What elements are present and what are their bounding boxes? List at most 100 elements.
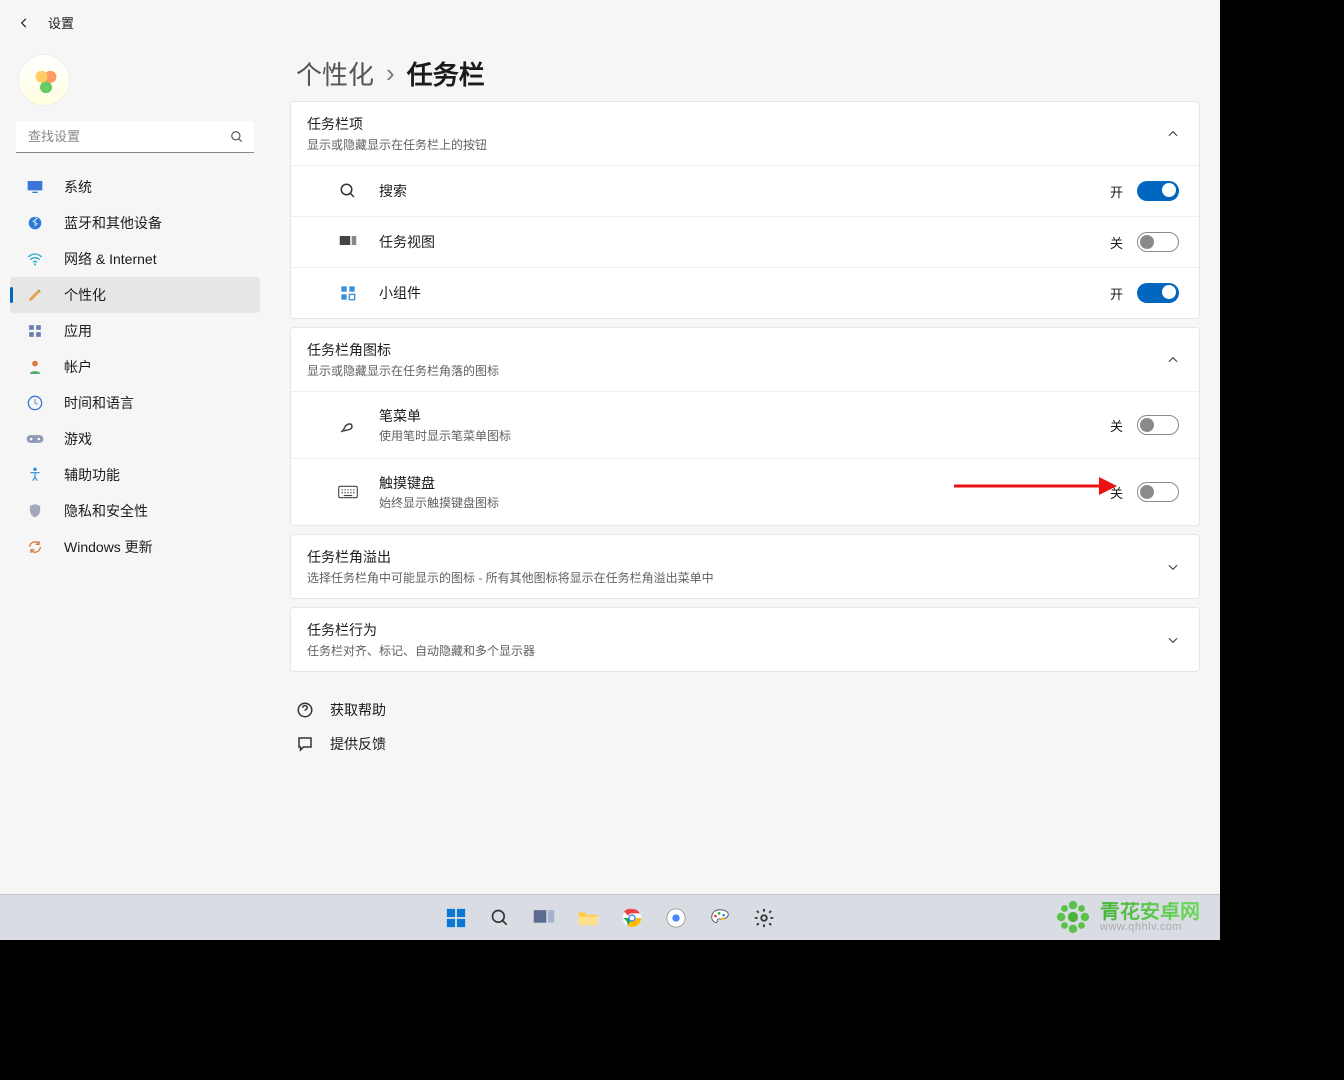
accessibility-icon: [26, 466, 44, 484]
row-label: 触摸键盘: [379, 473, 499, 493]
clock-icon: [26, 394, 44, 412]
feedback-link[interactable]: 提供反馈: [296, 734, 1200, 754]
sidebar-item-time[interactable]: 时间和语言: [10, 385, 260, 421]
sidebar-item-bluetooth[interactable]: 蓝牙和其他设备: [10, 205, 260, 241]
card-subtitle: 显示或隐藏显示在任务栏角落的图标: [307, 362, 499, 379]
card-header-corner-icons[interactable]: 任务栏角图标 显示或隐藏显示在任务栏角落的图标: [291, 328, 1199, 391]
sidebar-item-network[interactable]: 网络 & Internet: [10, 241, 260, 277]
card-header-behavior[interactable]: 任务栏行为 任务栏对齐、标记、自动隐藏和多个显示器: [291, 608, 1199, 671]
taskbar-chrome2-button[interactable]: [657, 899, 695, 937]
taskbar: [0, 894, 1220, 940]
breadcrumb-current: 任务栏: [407, 55, 485, 92]
sidebar-item-update[interactable]: Windows 更新: [10, 529, 260, 565]
card-taskbar-items: 任务栏项 显示或隐藏显示在任务栏上的按钮 搜索 开: [290, 101, 1200, 319]
toggle-state: 关: [1110, 233, 1123, 252]
main-content: 个性化 › 任务栏 任务栏项 显示或隐藏显示在任务栏上的按钮 搜索: [270, 45, 1220, 940]
chevron-down-icon: [1165, 632, 1181, 648]
breadcrumb-parent[interactable]: 个性化: [296, 55, 374, 92]
annotation-arrow: [949, 471, 1119, 501]
taskbar-taskview-button[interactable]: [525, 899, 563, 937]
sidebar: 系统 蓝牙和其他设备 网络 & Internet 个性化 应用: [0, 45, 270, 940]
sidebar-item-label: 系统: [64, 177, 92, 197]
sidebar-item-label: 游戏: [64, 429, 92, 449]
row-label: 任务视图: [379, 232, 435, 252]
pen-icon: [337, 414, 359, 436]
sidebar-item-label: 时间和语言: [64, 393, 134, 413]
row-pen: 笔菜单 使用笔时显示笔菜单图标 关: [291, 391, 1199, 458]
profile-row[interactable]: [6, 45, 264, 115]
toggle-state: 开: [1110, 182, 1123, 201]
card-behavior: 任务栏行为 任务栏对齐、标记、自动隐藏和多个显示器: [290, 607, 1200, 672]
toggle-widgets[interactable]: [1137, 283, 1179, 303]
sidebar-item-label: 蓝牙和其他设备: [64, 213, 162, 233]
app-title: 设置: [48, 13, 74, 32]
sidebar-item-system[interactable]: 系统: [10, 169, 260, 205]
help-link[interactable]: 获取帮助: [296, 700, 1200, 720]
apps-icon: [26, 322, 44, 340]
card-corner-icons: 任务栏角图标 显示或隐藏显示在任务栏角落的图标 笔菜单 使用笔时显示笔菜单图标: [290, 327, 1200, 526]
card-header-overflow[interactable]: 任务栏角溢出 选择任务栏角中可能显示的图标 - 所有其他图标将显示在任务栏角溢出…: [291, 535, 1199, 598]
sidebar-item-label: 隐私和安全性: [64, 501, 148, 521]
help-icon: [296, 701, 314, 719]
sidebar-item-label: 帐户: [64, 357, 92, 377]
paint-icon: [26, 286, 44, 304]
update-icon: [26, 538, 44, 556]
search-input[interactable]: [16, 121, 254, 153]
taskview-icon: [337, 231, 359, 253]
breadcrumb: 个性化 › 任务栏: [290, 45, 1200, 101]
row-taskview: 任务视图 关: [291, 216, 1199, 267]
chevron-right-icon: ›: [386, 58, 395, 89]
taskbar-search-button[interactable]: [481, 899, 519, 937]
row-touch-keyboard: 触摸键盘 始终显示触摸键盘图标 关: [291, 458, 1199, 525]
start-button[interactable]: [437, 899, 475, 937]
toggle-touch-keyboard[interactable]: [1137, 482, 1179, 502]
card-subtitle: 显示或隐藏显示在任务栏上的按钮: [307, 136, 487, 153]
sidebar-item-label: 应用: [64, 321, 92, 341]
sidebar-item-gaming[interactable]: 游戏: [10, 421, 260, 457]
taskbar-paint-button[interactable]: [701, 899, 739, 937]
toggle-state: 开: [1110, 284, 1123, 303]
card-title: 任务栏角图标: [307, 340, 499, 360]
card-subtitle: 任务栏对齐、标记、自动隐藏和多个显示器: [307, 642, 535, 659]
card-subtitle: 选择任务栏角中可能显示的图标 - 所有其他图标将显示在任务栏角溢出菜单中: [307, 569, 714, 586]
card-overflow: 任务栏角溢出 选择任务栏角中可能显示的图标 - 所有其他图标将显示在任务栏角溢出…: [290, 534, 1200, 599]
feedback-icon: [296, 735, 314, 753]
sidebar-item-label: 辅助功能: [64, 465, 120, 485]
row-label: 小组件: [379, 283, 421, 303]
sidebar-item-accounts[interactable]: 帐户: [10, 349, 260, 385]
taskbar-chrome-button[interactable]: [613, 899, 651, 937]
sidebar-item-label: Windows 更新: [64, 537, 153, 557]
card-title: 任务栏角溢出: [307, 547, 714, 567]
toggle-state: 关: [1110, 416, 1123, 435]
widgets-icon: [337, 282, 359, 304]
shield-icon: [26, 502, 44, 520]
row-search: 搜索 开: [291, 165, 1199, 216]
sidebar-item-privacy[interactable]: 隐私和安全性: [10, 493, 260, 529]
taskbar-settings-button[interactable]: [745, 899, 783, 937]
row-label: 搜索: [379, 181, 407, 201]
taskbar-explorer-button[interactable]: [569, 899, 607, 937]
search-icon[interactable]: [228, 128, 246, 146]
wifi-icon: [26, 250, 44, 268]
monitor-icon: [26, 178, 44, 196]
sidebar-item-apps[interactable]: 应用: [10, 313, 260, 349]
row-label: 笔菜单: [379, 406, 511, 426]
row-subtitle: 始终显示触摸键盘图标: [379, 494, 499, 511]
sidebar-item-accessibility[interactable]: 辅助功能: [10, 457, 260, 493]
sidebar-item-label: 个性化: [64, 285, 106, 305]
user-icon: [26, 358, 44, 376]
toggle-taskview[interactable]: [1137, 232, 1179, 252]
chevron-up-icon: [1165, 352, 1181, 368]
sidebar-item-personalization[interactable]: 个性化: [10, 277, 260, 313]
back-button[interactable]: [14, 13, 34, 33]
toggle-search[interactable]: [1137, 181, 1179, 201]
window-header: 设置: [0, 0, 1220, 45]
row-widgets: 小组件 开: [291, 267, 1199, 318]
card-title: 任务栏项: [307, 114, 487, 134]
card-header-taskbar-items[interactable]: 任务栏项 显示或隐藏显示在任务栏上的按钮: [291, 102, 1199, 165]
search-icon: [337, 180, 359, 202]
toggle-pen[interactable]: [1137, 415, 1179, 435]
keyboard-icon: [337, 481, 359, 503]
bluetooth-icon: [26, 214, 44, 232]
card-title: 任务栏行为: [307, 620, 535, 640]
